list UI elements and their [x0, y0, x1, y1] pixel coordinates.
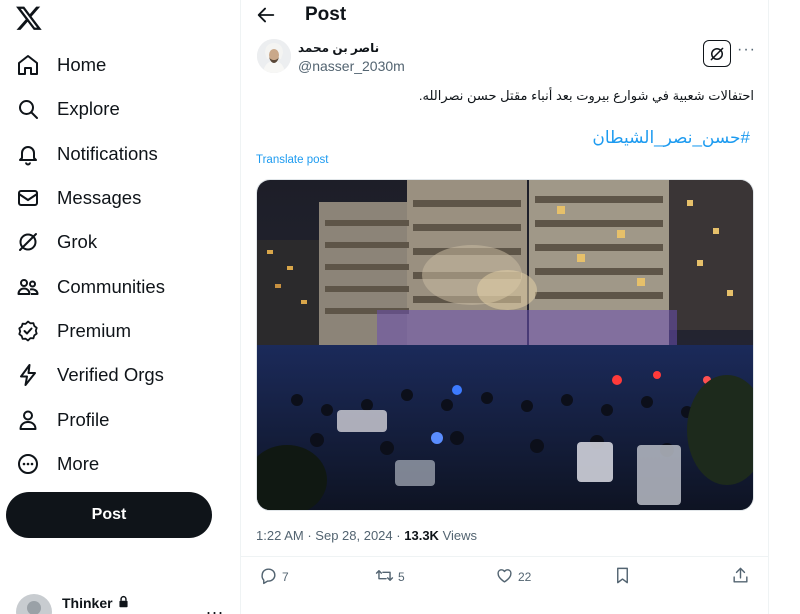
envelope-icon: [16, 186, 40, 210]
reply-count: 7: [282, 570, 289, 584]
home-icon: [16, 53, 40, 77]
person-icon: [16, 408, 40, 432]
reply-button[interactable]: 7: [259, 566, 289, 588]
avatar: [16, 594, 52, 614]
post-header: Post: [241, 0, 768, 30]
views-label: Views: [442, 528, 478, 543]
verified-badge-icon: [16, 319, 40, 343]
column-divider: [768, 0, 769, 614]
bookmark-button[interactable]: [613, 566, 632, 588]
account-more-icon[interactable]: ...: [206, 598, 224, 614]
author-handle[interactable]: @nasser_2030m: [298, 58, 405, 74]
nav-item-verified-orgs[interactable]: Verified Orgs: [0, 353, 240, 397]
communities-icon: [16, 275, 40, 299]
share-button[interactable]: [731, 566, 750, 588]
translate-post-link[interactable]: Translate post: [256, 154, 328, 166]
nav-item-notifications[interactable]: Notifications: [0, 132, 240, 176]
nav-item-profile[interactable]: Profile: [0, 397, 240, 441]
account-name-text: Thinker: [62, 595, 113, 611]
nav-item-communities[interactable]: Communities: [0, 264, 240, 308]
nav-label: Grok: [57, 231, 98, 253]
tweet-photo[interactable]: [256, 179, 754, 511]
like-button[interactable]: 22: [495, 566, 531, 588]
tweet-time[interactable]: 1:22 AM: [256, 528, 304, 543]
nav-item-home[interactable]: Home: [0, 43, 240, 87]
nav-label: Explore: [57, 98, 120, 120]
reply-icon: [259, 566, 278, 588]
nav-label: Notifications: [57, 142, 158, 164]
left-sidebar: Home Explore Notifications Messages Grok: [0, 0, 240, 614]
tweet-meta: 1:22 AM · Sep 28, 2024 · 13.3K Views: [256, 528, 477, 543]
like-count: 22: [518, 570, 532, 584]
nav-item-grok[interactable]: Grok: [0, 220, 240, 264]
lightning-icon: [16, 363, 40, 387]
author-name[interactable]: ناصر بن محمد: [298, 41, 379, 55]
right-sidebar-edge: [794, 0, 800, 614]
meta-separator: ·: [307, 528, 312, 543]
post-button[interactable]: Post: [6, 492, 212, 538]
nav-label: Premium: [57, 319, 132, 341]
account-name: Thinker: [62, 595, 130, 611]
repost-button[interactable]: 5: [375, 566, 405, 588]
primary-nav: Home Explore Notifications Messages Grok: [0, 43, 240, 486]
share-icon: [731, 566, 750, 588]
post-column: Post ناصر بن محمد @nasser_2030m ··· احتف…: [241, 0, 768, 614]
back-arrow-icon[interactable]: [255, 4, 277, 26]
nav-item-explore[interactable]: Explore: [0, 87, 240, 131]
page-title: Post: [305, 4, 347, 25]
views-count: 13.3K: [404, 528, 439, 543]
nav-label: Profile: [57, 408, 110, 430]
nav-label: More: [57, 452, 100, 474]
nav-label: Messages: [57, 187, 142, 209]
tweet-text: احتفالات شعبية في شوارع بيروت بعد أنباء …: [418, 88, 754, 103]
tweet-date[interactable]: Sep 28, 2024: [315, 528, 392, 543]
author-avatar[interactable]: [257, 39, 291, 73]
nav-item-messages[interactable]: Messages: [0, 176, 240, 220]
grok-explain-button[interactable]: [703, 40, 731, 67]
heart-icon: [495, 566, 514, 588]
tweet-actions: 7 5 22: [241, 566, 768, 590]
more-circle-icon: [16, 452, 40, 476]
night-street-crowd-photo: [257, 180, 753, 510]
search-icon: [16, 97, 40, 121]
repost-icon: [375, 566, 394, 588]
lock-icon: [117, 595, 130, 611]
repost-count: 5: [398, 570, 405, 584]
bookmark-icon: [613, 566, 632, 588]
grok-icon: [710, 47, 724, 60]
nav-item-more[interactable]: More: [0, 442, 240, 486]
account-switcher[interactable]: Thinker ...: [16, 590, 236, 614]
grok-icon: [16, 230, 40, 254]
nav-label: Communities: [57, 275, 165, 297]
nav-item-premium[interactable]: Premium: [0, 309, 240, 353]
meta-separator: ·: [396, 528, 401, 543]
bell-icon: [16, 142, 40, 166]
hashtag-link[interactable]: #حسن_نصر_الشيطان: [592, 128, 750, 148]
more-options-icon[interactable]: ···: [737, 41, 756, 59]
nav-label: Verified Orgs: [57, 364, 164, 386]
divider: [241, 556, 768, 557]
nav-label: Home: [57, 54, 107, 76]
x-logo-icon[interactable]: [14, 4, 44, 32]
